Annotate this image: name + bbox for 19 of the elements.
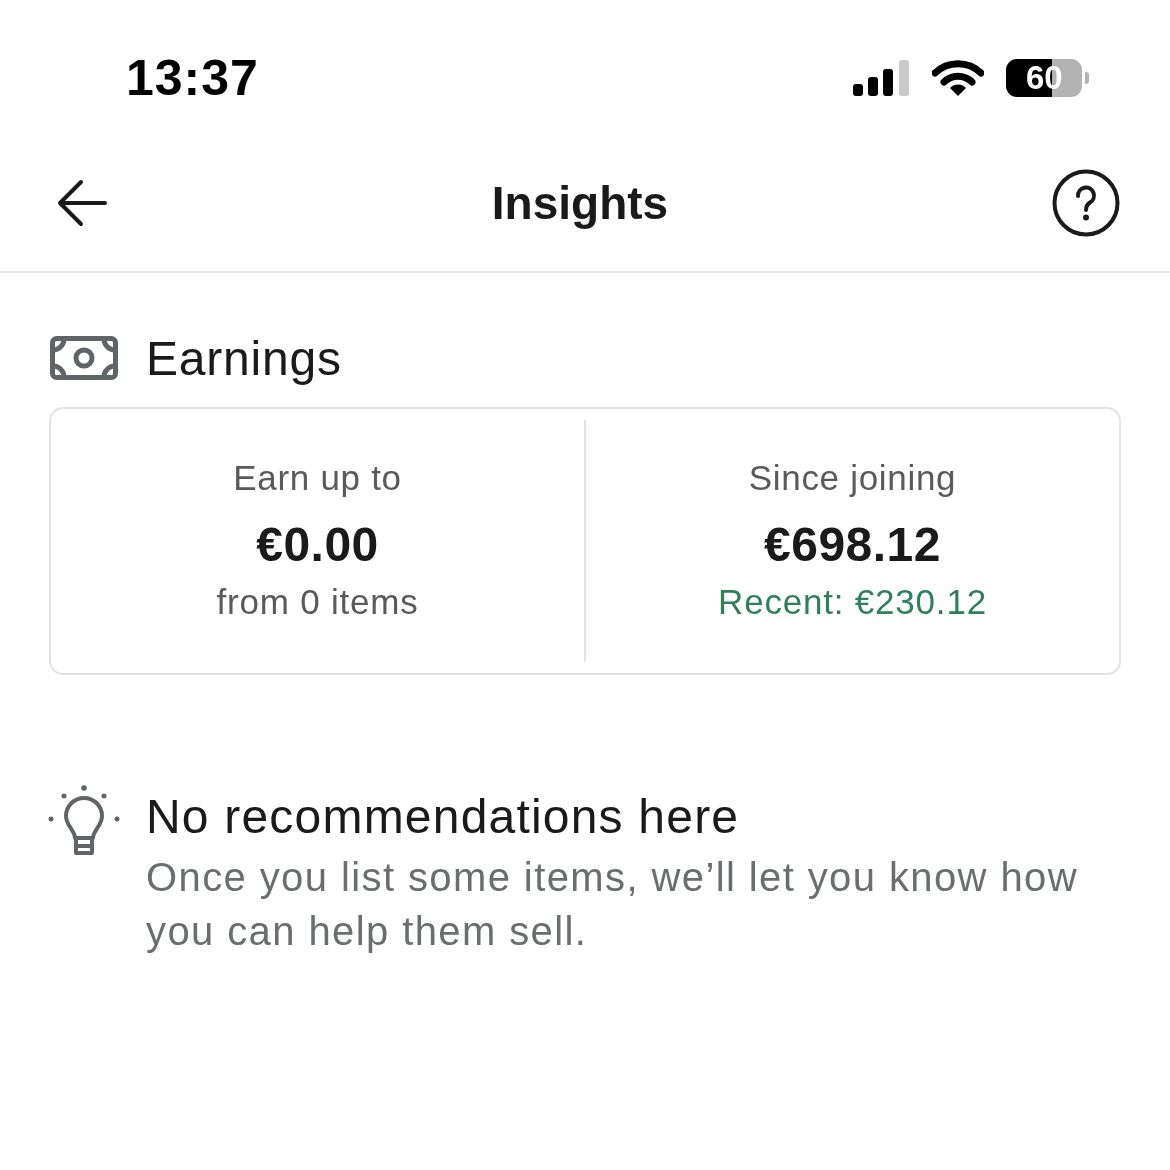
signal-icon bbox=[853, 60, 910, 96]
stat-amount: €698.12 bbox=[764, 517, 941, 573]
stat-note: Recent: €230.12 bbox=[718, 581, 987, 623]
back-arrow-icon bbox=[56, 179, 108, 227]
page-title: Insights bbox=[491, 176, 669, 230]
stat-label: Since joining bbox=[748, 457, 957, 499]
empty-state-title: No recommendations here bbox=[146, 789, 741, 845]
section-title: Earnings bbox=[146, 330, 342, 386]
banknote-icon bbox=[50, 336, 118, 380]
stat-label: Earn up to bbox=[233, 457, 402, 499]
stat-amount: €0.00 bbox=[256, 517, 379, 573]
lightbulb-icon bbox=[47, 785, 121, 857]
back-button[interactable] bbox=[56, 179, 108, 227]
help-button[interactable] bbox=[1052, 169, 1120, 237]
empty-state-message: Once you list some items, we’ll let you know how you can help them sell. bbox=[146, 854, 1079, 955]
help-icon bbox=[1052, 169, 1120, 237]
wifi-icon bbox=[932, 60, 984, 96]
stat-note: from 0 items bbox=[216, 581, 419, 623]
status-time: 13:37 bbox=[126, 49, 259, 107]
